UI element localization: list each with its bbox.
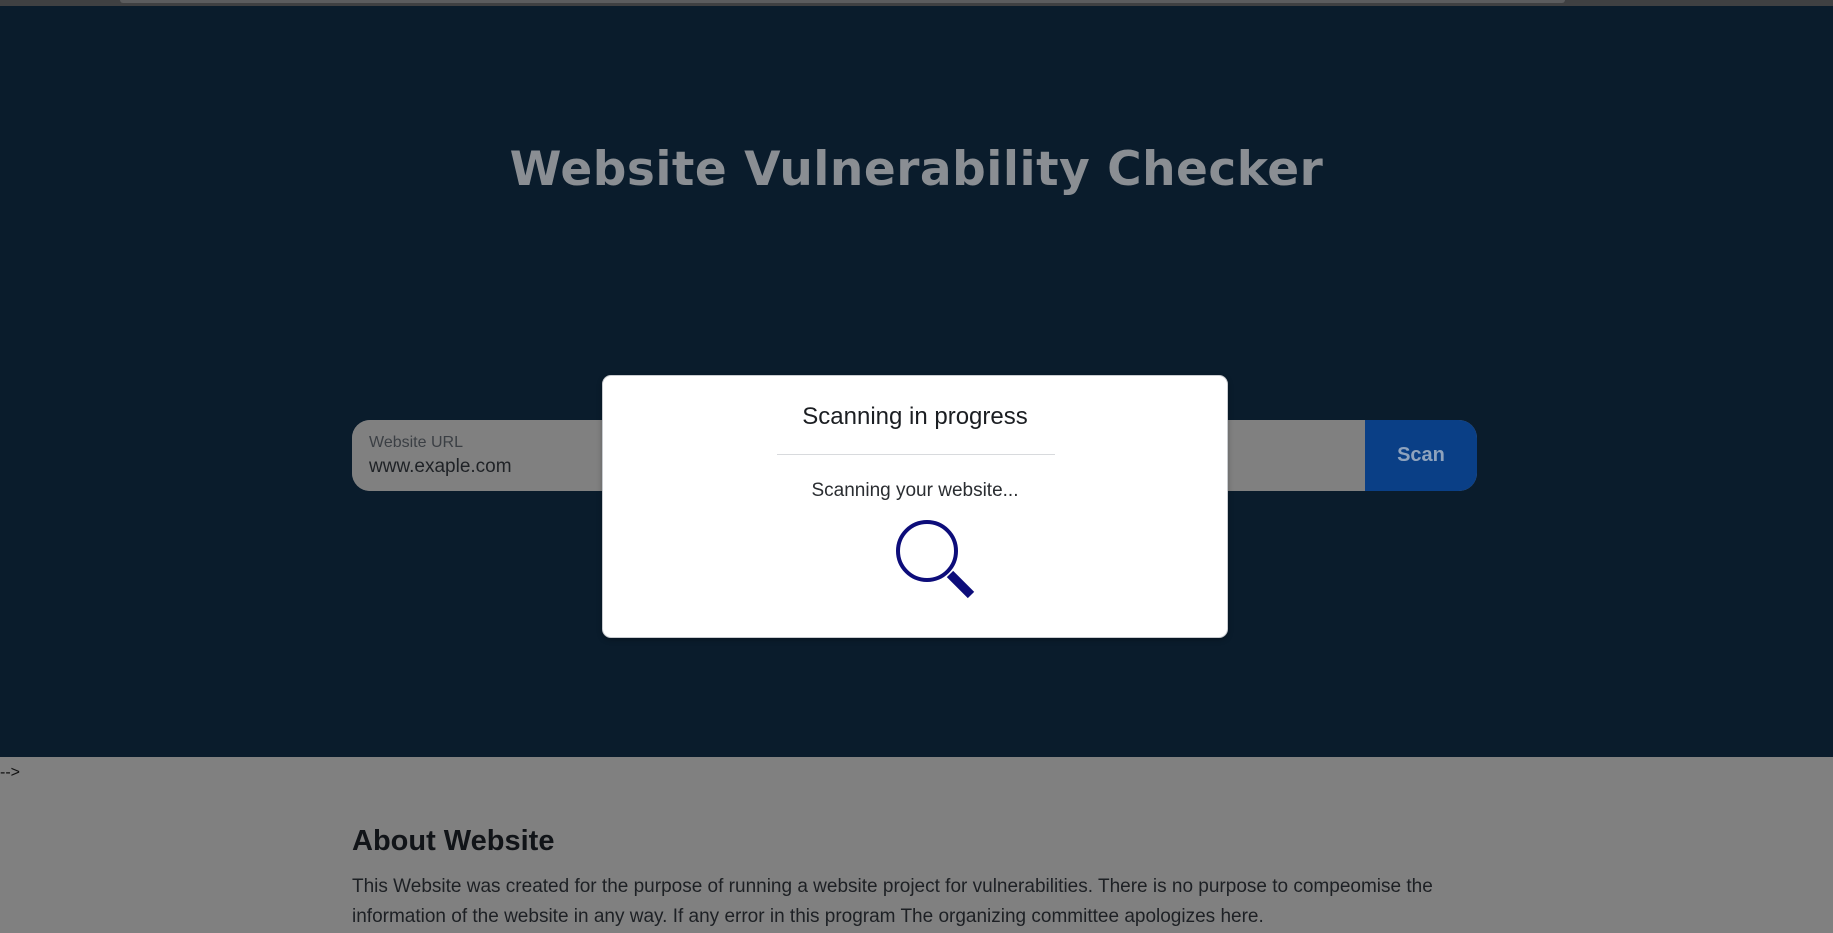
about-text: This Website was created for the purpose…	[352, 876, 1433, 927]
magnifier-lens	[896, 520, 958, 582]
modal-title: Scanning in progress	[802, 403, 1028, 430]
url-field-label: Website URL	[369, 434, 463, 451]
modal-divider	[777, 454, 1055, 455]
magnifier-icon	[896, 520, 975, 599]
magnifier-handle	[946, 570, 975, 599]
scan-button[interactable]: Scan	[1365, 420, 1477, 491]
about-section: About Website This Website was created f…	[352, 825, 1482, 932]
modal-message: Scanning your website...	[811, 480, 1019, 501]
stray-comment-text: -->	[0, 764, 20, 781]
page-title: Website Vulnerability Checker	[509, 142, 1324, 197]
about-title: About Website	[352, 825, 555, 857]
browser-tab-strip	[120, 0, 1565, 3]
scanning-modal: Scanning in progress Scanning your websi…	[602, 375, 1228, 638]
